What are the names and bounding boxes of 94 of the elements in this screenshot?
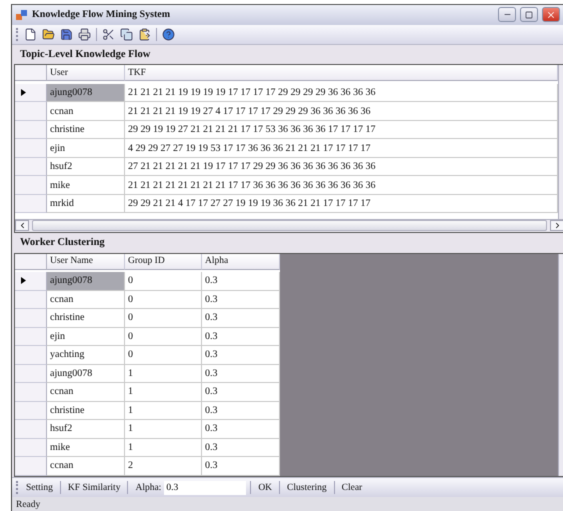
toolbar-button[interactable]: OK xyxy=(255,482,276,493)
column-header[interactable]: Alpha xyxy=(202,254,280,270)
alpha-field[interactable]: 0.3 xyxy=(164,480,246,495)
table-cell: 0 xyxy=(125,309,202,328)
toolbar-button[interactable]: KF Similarity xyxy=(64,482,124,493)
table-cell: 0.3 xyxy=(202,272,280,291)
table-cell: 1 xyxy=(125,383,202,402)
column-header[interactable]: User xyxy=(47,65,125,82)
table-cell: hsuf2 xyxy=(47,420,125,439)
printer-icon-button[interactable] xyxy=(77,26,92,42)
clipboard-icon xyxy=(138,28,151,41)
vertical-scrollbar[interactable] xyxy=(558,65,563,219)
table-cell: christine xyxy=(47,120,125,140)
field-label: Alpha: xyxy=(134,482,162,493)
scroll-right-button[interactable] xyxy=(550,220,563,232)
vertical-scrollbar[interactable] xyxy=(558,254,563,476)
close-button[interactable] xyxy=(542,7,560,22)
panel-title: Worker Clustering xyxy=(20,237,105,248)
close-icon xyxy=(546,10,556,20)
table-cell: 1 xyxy=(125,402,202,420)
table-cell: 1 xyxy=(125,364,202,384)
table-cell: mike xyxy=(47,438,125,458)
table-cell: 27 21 21 21 21 21 19 17 17 17 29 29 36 36 36 36 36 36 36 36 xyxy=(125,158,558,176)
table-cell: 29 29 19 19 27 21 21 21 21 17 17 53 36 36 36 36 17 17 17 17 xyxy=(125,120,558,140)
horizontal-scrollbar[interactable] xyxy=(15,218,563,232)
table-cell: 4 29 29 27 27 19 19 53 17 17 36 36 36 21 21 21 17 17 17 17 xyxy=(125,139,558,158)
table-cell: 1 xyxy=(125,438,202,458)
table-cell: 21 21 21 21 21 21 21 21 17 17 36 36 36 36 36 36 36 36 36 36 xyxy=(125,176,558,195)
table-cell: 0.3 xyxy=(202,364,280,384)
column-header[interactable]: Group ID xyxy=(125,254,202,270)
table-cell: 21 21 21 21 19 19 19 19 17 17 17 17 29 29 29 29 36 36 36 36 xyxy=(125,84,558,102)
table-cell: 0.3 xyxy=(202,328,280,346)
scissors-icon-button[interactable] xyxy=(101,26,116,42)
scroll-left-button[interactable] xyxy=(15,220,29,232)
printer-icon xyxy=(78,28,91,41)
app-icon xyxy=(16,8,28,21)
table-cell: 0 xyxy=(125,328,202,346)
table-cell: ajung0078 xyxy=(47,364,125,384)
toolbar-button[interactable]: Clustering xyxy=(284,482,330,493)
folder-icon xyxy=(42,28,55,41)
column-header[interactable]: TKF xyxy=(125,65,558,82)
table-cell: 0.3 xyxy=(202,346,280,365)
panel-title: Topic-Level Knowledge Flow xyxy=(20,49,150,60)
table-cell: 0.3 xyxy=(202,402,280,420)
table-cell: 0.3 xyxy=(202,290,280,310)
save-icon-button[interactable] xyxy=(59,26,74,42)
table-cell: 0 xyxy=(125,346,202,365)
table-cell: ejin xyxy=(47,328,125,346)
table-cell: mrkid xyxy=(47,194,125,214)
scissors-icon xyxy=(102,28,115,41)
table-cell: ccnan xyxy=(47,102,125,121)
table-cell: christine xyxy=(47,309,125,328)
table-cell: 0 xyxy=(125,272,202,291)
maximize-button[interactable] xyxy=(520,7,538,22)
table-cell: ccnan xyxy=(47,457,125,476)
table-cell: 1 xyxy=(125,420,202,439)
table-cell: ccnan xyxy=(47,383,125,402)
table-cell: 21 21 21 21 19 19 27 4 17 17 17 17 29 29 29 36 36 36 36 36 xyxy=(125,102,558,121)
table-cell: 0.3 xyxy=(202,457,280,476)
window-title: Knowledge Flow Mining System xyxy=(32,9,172,20)
table-cell: 29 29 21 21 4 17 17 27 27 19 19 19 36 36 21 21 17 17 17 17 xyxy=(125,194,558,214)
new-file-icon-button[interactable] xyxy=(23,26,38,42)
folder-icon-button[interactable] xyxy=(41,26,56,42)
table-cell: ajung0078 xyxy=(47,272,125,291)
table-cell: hsuf2 xyxy=(47,158,125,176)
table-cell: 0.3 xyxy=(202,383,280,402)
table-cell: mike xyxy=(47,176,125,195)
table-cell: 0.3 xyxy=(202,420,280,439)
row-header[interactable] xyxy=(15,272,47,291)
save-icon xyxy=(60,28,73,41)
table-cell: ajung0078 xyxy=(47,84,125,102)
row-header[interactable] xyxy=(15,84,47,102)
table-cell: ejin xyxy=(47,139,125,158)
copy-icon-button[interactable] xyxy=(119,26,134,42)
new-file-icon xyxy=(24,28,37,41)
table-cell: christine xyxy=(47,402,125,420)
column-header[interactable]: User Name xyxy=(47,254,125,270)
minimize-button[interactable] xyxy=(498,7,516,22)
help-icon-button[interactable] xyxy=(161,26,176,42)
table-cell: yachting xyxy=(47,346,125,365)
maximize-icon xyxy=(525,10,533,19)
toolbar-button[interactable]: Setting xyxy=(23,482,56,493)
clipboard-icon-button[interactable] xyxy=(137,26,152,42)
help-icon xyxy=(162,28,175,41)
status-text: Ready xyxy=(16,500,40,510)
table-cell: 2 xyxy=(125,457,202,476)
table-cell: 0.3 xyxy=(202,438,280,458)
toolbar-button[interactable]: Clear xyxy=(338,482,366,493)
scroll-thumb[interactable] xyxy=(32,220,547,232)
copy-icon xyxy=(120,28,133,41)
table-cell: ccnan xyxy=(47,290,125,310)
table-cell: 0.3 xyxy=(202,309,280,328)
corner-header[interactable] xyxy=(15,254,47,270)
table-cell: 0 xyxy=(125,290,202,310)
